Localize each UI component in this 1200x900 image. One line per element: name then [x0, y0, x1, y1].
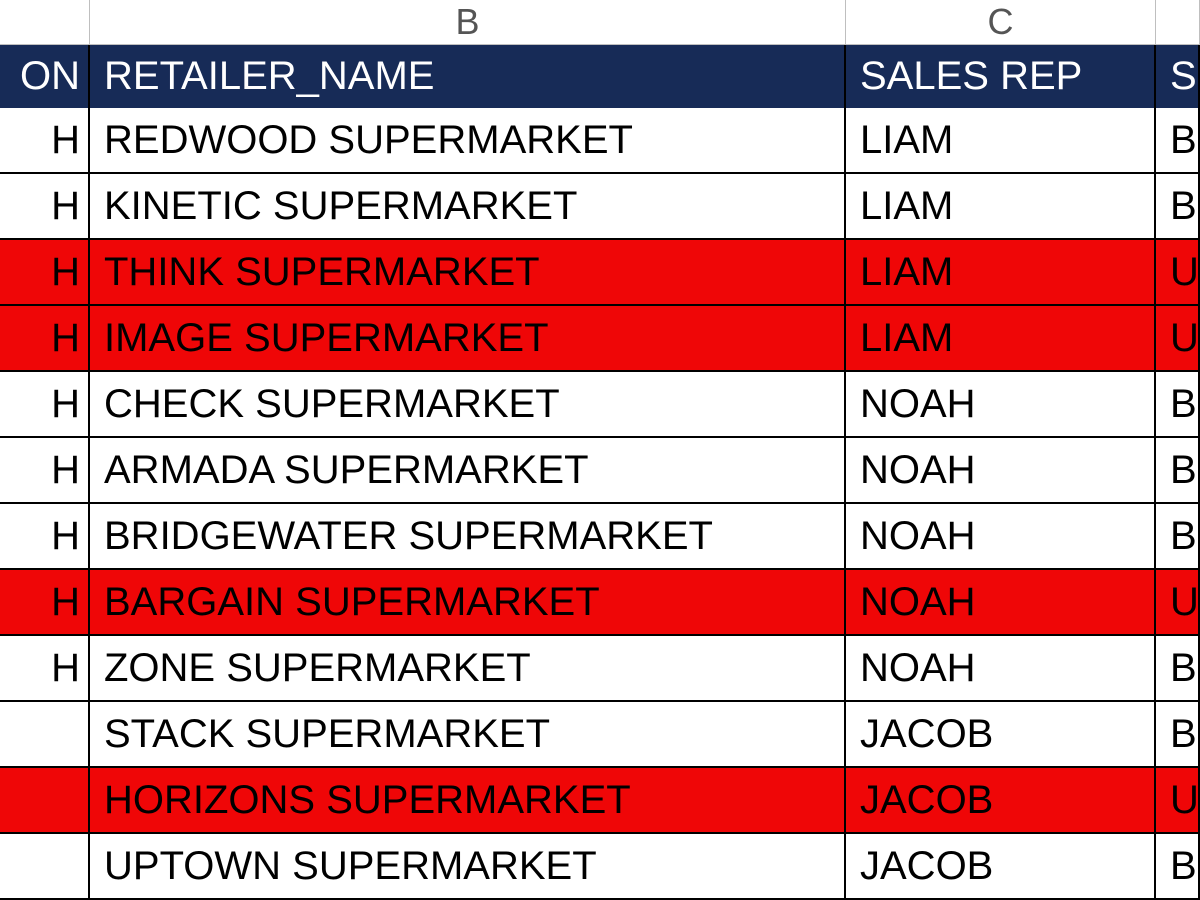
- cell-status[interactable]: U: [1156, 306, 1200, 372]
- cell-retailer-name[interactable]: STACK SUPERMARKET: [90, 702, 846, 768]
- cell-status[interactable]: B: [1156, 438, 1200, 504]
- cell-retailer-name[interactable]: KINETIC SUPERMARKET: [90, 174, 846, 240]
- cell-retailer-name[interactable]: ARMADA SUPERMARKET: [90, 438, 846, 504]
- cell-sales-rep[interactable]: LIAM: [846, 174, 1156, 240]
- cell-sales-rep[interactable]: LIAM: [846, 306, 1156, 372]
- cell-sales-rep[interactable]: NOAH: [846, 504, 1156, 570]
- cell-retailer-name[interactable]: BRIDGEWATER SUPERMARKET: [90, 504, 846, 570]
- cell-status[interactable]: U: [1156, 768, 1200, 834]
- table-row: HZONE SUPERMARKETNOAHB: [0, 636, 1200, 702]
- cell-status[interactable]: B: [1156, 702, 1200, 768]
- column-letter-a[interactable]: [0, 0, 90, 45]
- cell-sales-rep[interactable]: NOAH: [846, 372, 1156, 438]
- cell-retailer-name[interactable]: BARGAIN SUPERMARKET: [90, 570, 846, 636]
- table-row: HBRIDGEWATER SUPERMARKETNOAHB: [0, 504, 1200, 570]
- cell-region[interactable]: H: [0, 108, 90, 174]
- table-row: STACK SUPERMARKETJACOBB: [0, 702, 1200, 768]
- column-letter-d[interactable]: [1156, 0, 1200, 45]
- table-row: HCHECK SUPERMARKETNOAHB: [0, 372, 1200, 438]
- column-letter-b[interactable]: B: [90, 0, 846, 45]
- table-row: HBARGAIN SUPERMARKETNOAHU: [0, 570, 1200, 636]
- cell-region[interactable]: [0, 768, 90, 834]
- cell-status[interactable]: B: [1156, 834, 1200, 900]
- header-cell-sales-rep[interactable]: SALES REP: [846, 45, 1156, 108]
- header-cell-retailer-name[interactable]: RETAILER_NAME: [90, 45, 846, 108]
- cell-region[interactable]: H: [0, 504, 90, 570]
- cell-status[interactable]: B: [1156, 372, 1200, 438]
- cell-region[interactable]: H: [0, 438, 90, 504]
- cell-sales-rep[interactable]: JACOB: [846, 768, 1156, 834]
- cell-retailer-name[interactable]: THINK SUPERMARKET: [90, 240, 846, 306]
- table-row: HORIZONS SUPERMARKETJACOBU: [0, 768, 1200, 834]
- cell-sales-rep[interactable]: JACOB: [846, 702, 1156, 768]
- column-letter-row: B C: [0, 0, 1200, 45]
- cell-sales-rep[interactable]: JACOB: [846, 834, 1156, 900]
- cell-region[interactable]: H: [0, 306, 90, 372]
- header-cell-a[interactable]: ON: [0, 45, 90, 108]
- cell-sales-rep[interactable]: NOAH: [846, 438, 1156, 504]
- cell-retailer-name[interactable]: UPTOWN SUPERMARKET: [90, 834, 846, 900]
- cell-status[interactable]: B: [1156, 174, 1200, 240]
- header-cell-d[interactable]: S: [1156, 45, 1200, 108]
- table-row: UPTOWN SUPERMARKETJACOBB: [0, 834, 1200, 900]
- cell-region[interactable]: H: [0, 240, 90, 306]
- column-letter-c[interactable]: C: [846, 0, 1156, 45]
- table-row: HARMADA SUPERMARKETNOAHB: [0, 438, 1200, 504]
- cell-sales-rep[interactable]: NOAH: [846, 636, 1156, 702]
- cell-status[interactable]: U: [1156, 570, 1200, 636]
- table-body: HREDWOOD SUPERMARKETLIAMBHKINETIC SUPERM…: [0, 108, 1200, 900]
- table-header-row: ON RETAILER_NAME SALES REP S: [0, 45, 1200, 108]
- cell-retailer-name[interactable]: IMAGE SUPERMARKET: [90, 306, 846, 372]
- cell-region[interactable]: H: [0, 570, 90, 636]
- cell-status[interactable]: B: [1156, 504, 1200, 570]
- cell-region[interactable]: [0, 834, 90, 900]
- cell-region[interactable]: H: [0, 174, 90, 240]
- cell-region[interactable]: H: [0, 372, 90, 438]
- cell-retailer-name[interactable]: HORIZONS SUPERMARKET: [90, 768, 846, 834]
- cell-status[interactable]: B: [1156, 108, 1200, 174]
- cell-retailer-name[interactable]: ZONE SUPERMARKET: [90, 636, 846, 702]
- cell-retailer-name[interactable]: REDWOOD SUPERMARKET: [90, 108, 846, 174]
- cell-sales-rep[interactable]: NOAH: [846, 570, 1156, 636]
- cell-sales-rep[interactable]: LIAM: [846, 240, 1156, 306]
- cell-retailer-name[interactable]: CHECK SUPERMARKET: [90, 372, 846, 438]
- cell-sales-rep[interactable]: LIAM: [846, 108, 1156, 174]
- table-row: HIMAGE SUPERMARKETLIAMU: [0, 306, 1200, 372]
- cell-region[interactable]: [0, 702, 90, 768]
- spreadsheet-grid: B C ON RETAILER_NAME SALES REP S HREDWOO…: [0, 0, 1200, 900]
- cell-status[interactable]: B: [1156, 636, 1200, 702]
- table-row: HTHINK SUPERMARKETLIAMU: [0, 240, 1200, 306]
- table-row: HKINETIC SUPERMARKETLIAMB: [0, 174, 1200, 240]
- table-row: HREDWOOD SUPERMARKETLIAMB: [0, 108, 1200, 174]
- cell-status[interactable]: U: [1156, 240, 1200, 306]
- cell-region[interactable]: H: [0, 636, 90, 702]
